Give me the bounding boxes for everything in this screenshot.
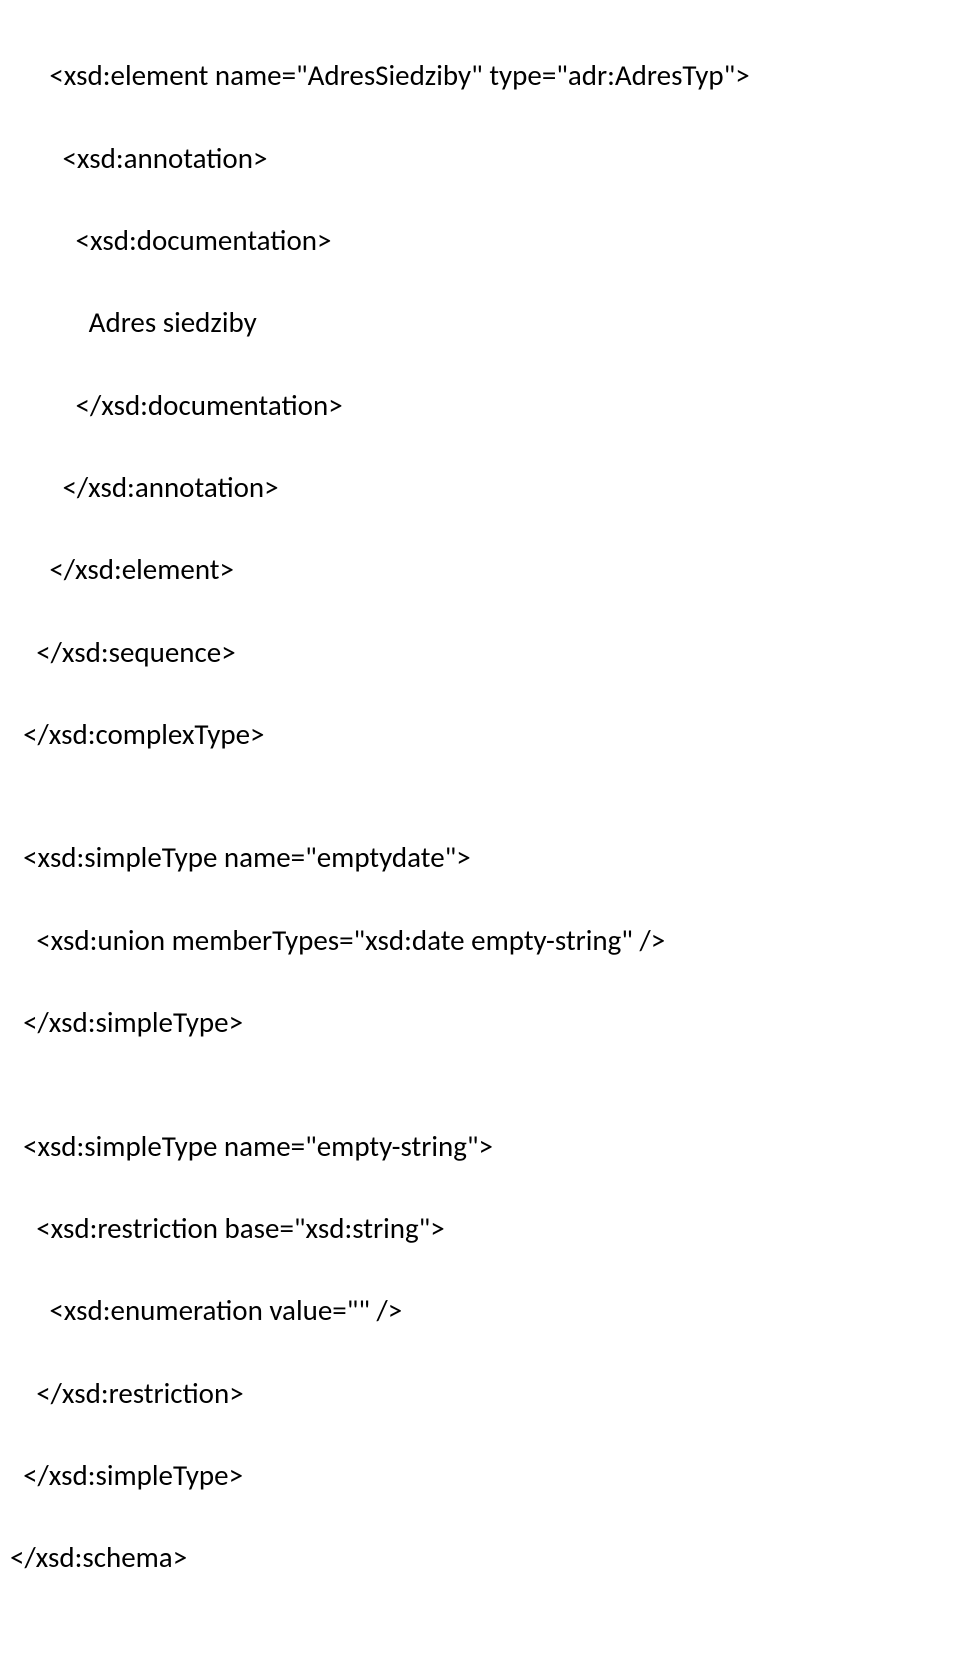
code-line: <xsd:documentation> (10, 220, 950, 261)
code-line: </xsd:sequence> (10, 632, 950, 673)
code-block: <xsd:element name="AdresSiedziby" type="… (0, 0, 960, 1660)
code-line: <xsd:annotation> (10, 138, 950, 179)
code-line: <xsd:restriction base="xsd:string"> (10, 1208, 950, 1249)
code-line: Adres siedziby (10, 302, 950, 343)
code-line: </xsd:schema> (10, 1537, 950, 1578)
code-line: </xsd:complexType> (10, 714, 950, 755)
code-line: <xsd:enumeration value="" /> (10, 1290, 950, 1331)
code-line: </xsd:documentation> (10, 385, 950, 426)
code-line: <xsd:simpleType name="emptydate"> (10, 837, 950, 878)
code-line: </xsd:simpleType> (10, 1455, 950, 1496)
code-line: <xsd:simpleType name="empty-string"> (10, 1126, 950, 1167)
code-line: <xsd:union memberTypes="xsd:date empty-s… (10, 920, 950, 961)
code-line: </xsd:annotation> (10, 467, 950, 508)
code-line: <xsd:element name="AdresSiedziby" type="… (10, 55, 950, 96)
code-line: </xsd:element> (10, 549, 950, 590)
code-line: </xsd:simpleType> (10, 1002, 950, 1043)
code-line: </xsd:restriction> (10, 1373, 950, 1414)
